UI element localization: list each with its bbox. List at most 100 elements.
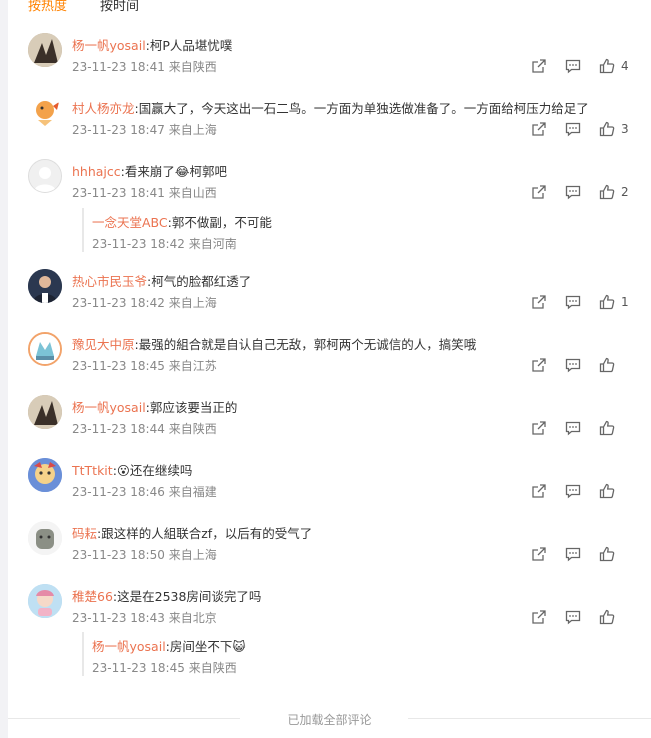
like-button[interactable] xyxy=(599,546,629,562)
comment-icon xyxy=(565,421,581,436)
reply-username-link[interactable]: 杨一帆yosail xyxy=(92,639,166,654)
comment-button[interactable] xyxy=(565,121,581,137)
comment-icon xyxy=(565,547,581,562)
share-button[interactable] xyxy=(531,420,547,436)
comment-icon xyxy=(565,185,581,200)
comment-meta: 23-11-23 18:44 来自陕西 xyxy=(72,420,217,437)
avatar[interactable] xyxy=(28,458,62,492)
share-button[interactable] xyxy=(531,546,547,562)
thumbs-up-icon xyxy=(599,294,615,310)
location: 来自山西 xyxy=(168,186,217,200)
reply-line: 一念天堂ABC:郭不做副，不可能 xyxy=(92,212,272,231)
username-link[interactable]: 村人杨亦龙 xyxy=(72,101,135,116)
comment-actions: 4 xyxy=(531,58,629,74)
like-button[interactable] xyxy=(599,357,629,373)
comment-meta: 23-11-23 18:47 来自上海 xyxy=(72,121,217,138)
timestamp: 23-11-23 18:46 xyxy=(72,485,165,499)
like-button[interactable] xyxy=(599,420,629,436)
avatar[interactable] xyxy=(28,584,62,618)
thumbs-up-icon xyxy=(599,58,615,74)
username-link[interactable]: 杨一帆yosail xyxy=(72,400,146,415)
comment-actions xyxy=(531,483,629,499)
comment-button[interactable] xyxy=(565,420,581,436)
reply-text: :郭不做副，不可能 xyxy=(167,215,272,230)
comment-line: 杨一帆yosail:郭应该要当正的 xyxy=(72,397,237,416)
reply-line: 杨一帆yosail:房间坐不下😺 xyxy=(92,636,245,655)
comment-actions xyxy=(531,609,629,625)
comment-icon xyxy=(565,358,581,373)
comment-actions: 1 xyxy=(531,294,629,310)
like-button[interactable] xyxy=(599,609,629,625)
comment-button[interactable] xyxy=(565,184,581,200)
share-button[interactable] xyxy=(531,357,547,373)
share-button[interactable] xyxy=(531,483,547,499)
timestamp: 23-11-23 18:45 xyxy=(72,359,165,373)
like-button[interactable] xyxy=(599,483,629,499)
timestamp: 23-11-23 18:50 xyxy=(72,548,165,562)
like-count: 1 xyxy=(621,295,629,309)
share-icon xyxy=(532,484,546,498)
reply-username-link[interactable]: 一念天堂ABC xyxy=(92,215,168,230)
comment-icon xyxy=(565,122,581,137)
comment-button[interactable] xyxy=(565,546,581,562)
location: 来自北京 xyxy=(168,611,217,625)
comment-icon xyxy=(565,484,581,499)
tab-by-hot[interactable]: 按热度 xyxy=(28,0,67,14)
avatar[interactable] xyxy=(28,96,62,130)
avatar[interactable] xyxy=(28,159,62,193)
comment-actions xyxy=(531,357,629,373)
thumbs-up-icon xyxy=(599,483,615,499)
comment-button[interactable] xyxy=(565,357,581,373)
like-button[interactable]: 4 xyxy=(599,58,629,74)
username-link[interactable]: 码耘 xyxy=(72,526,97,541)
share-button[interactable] xyxy=(531,58,547,74)
reply-location: 来自陕西 xyxy=(188,661,237,675)
comment-line: 村人杨亦龙:国赢大了，今天这出一石二鸟。一方面为单独选做准备了。一方面给柯压力给… xyxy=(72,98,589,117)
share-icon xyxy=(532,59,546,73)
thumbs-up-icon xyxy=(599,121,615,137)
comment-text: :这是在2538房间谈完了吗 xyxy=(112,589,262,604)
tab-by-time[interactable]: 按时间 xyxy=(100,0,139,14)
comment-text: :看来崩了😂柯郭吧 xyxy=(120,164,227,179)
comment-button[interactable] xyxy=(565,609,581,625)
comment-meta: 23-11-23 18:50 来自上海 xyxy=(72,546,217,563)
share-icon xyxy=(532,122,546,136)
comment-button[interactable] xyxy=(565,294,581,310)
thumbs-up-icon xyxy=(599,420,615,436)
comment-text: :最强的組合就是自认自己无敌，郭柯两个无诚信的人，搞笑哦 xyxy=(134,337,477,352)
comment-icon xyxy=(565,59,581,74)
username-link[interactable]: 热心市民玉爷 xyxy=(72,274,147,289)
like-button[interactable]: 1 xyxy=(599,294,629,310)
share-button[interactable] xyxy=(531,609,547,625)
comment-button[interactable] xyxy=(565,58,581,74)
username-link[interactable]: 稚楚66 xyxy=(72,589,113,604)
username-link[interactable]: 豫见大中原 xyxy=(72,337,135,352)
username-link[interactable]: 杨一帆yosail xyxy=(72,38,146,53)
share-icon xyxy=(532,358,546,372)
comment-line: 稚楚66:这是在2538房间谈完了吗 xyxy=(72,586,261,605)
location: 来自江苏 xyxy=(168,359,217,373)
location: 来自福建 xyxy=(168,485,217,499)
username-link[interactable]: hhhajcc xyxy=(72,164,121,179)
like-button[interactable]: 2 xyxy=(599,184,629,200)
comment-actions: 2 xyxy=(531,184,629,200)
avatar[interactable] xyxy=(28,33,62,67)
share-button[interactable] xyxy=(531,184,547,200)
comment-meta: 23-11-23 18:41 来自陕西 xyxy=(72,58,217,75)
comment-panel: 按热度 按时间 杨一帆yosail:柯P人品堪忧噗 23-11-23 18:41… xyxy=(8,0,651,738)
avatar[interactable] xyxy=(28,395,62,429)
username-link[interactable]: TtTtkit xyxy=(72,463,113,478)
share-button[interactable] xyxy=(531,121,547,137)
comment-line: hhhajcc:看来崩了😂柯郭吧 xyxy=(72,161,227,180)
share-button[interactable] xyxy=(531,294,547,310)
comment-button[interactable] xyxy=(565,483,581,499)
avatar[interactable] xyxy=(28,332,62,366)
avatar[interactable] xyxy=(28,269,62,303)
avatar[interactable] xyxy=(28,521,62,555)
share-icon xyxy=(532,421,546,435)
comment-text: :😮还在继续吗 xyxy=(112,463,193,478)
location: 来自陕西 xyxy=(168,422,217,436)
comment-meta: 23-11-23 18:41 来自山西 xyxy=(72,184,217,201)
like-button[interactable]: 3 xyxy=(599,121,629,137)
thumbs-up-icon xyxy=(599,546,615,562)
